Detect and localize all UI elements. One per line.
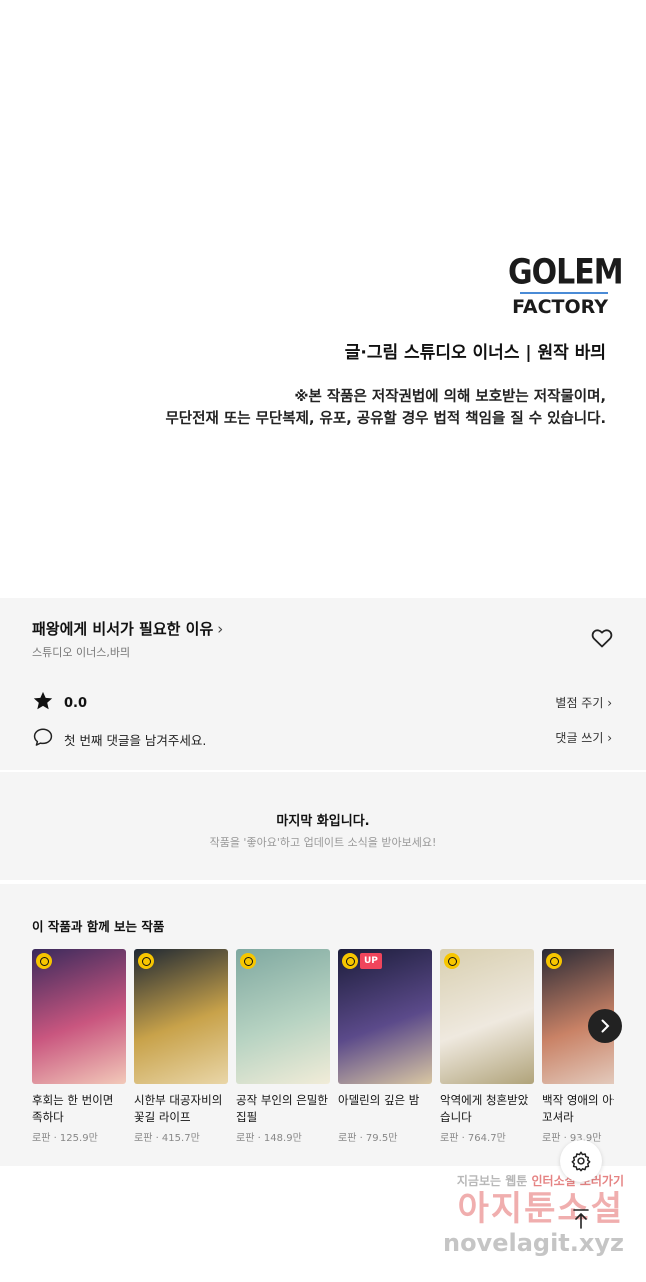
last-episode-heading: 마지막 화입니다. bbox=[276, 814, 370, 829]
recommendation-carousel: 후회는 한 번이면 족하다 로판 · 125.9만 시한부 대공자비의 꽃길 라이프… bbox=[32, 949, 614, 1159]
recommendations-heading: 이 작품과 함께 보는 작품 bbox=[32, 919, 165, 934]
comment-prompt: 첫 번째 댓글을 남겨주세요. bbox=[64, 732, 207, 748]
cover-thumbnail bbox=[134, 949, 228, 1084]
recommendation-meta: 로판 · 79.5만 bbox=[338, 1133, 398, 1144]
recommendation-card[interactable]: 공작 부인의 은밀한 집필로판 · 148.9만 bbox=[236, 949, 330, 1144]
recommendation-meta: 로판 · 148.9만 bbox=[236, 1133, 302, 1144]
wait-free-clock-icon bbox=[36, 953, 52, 969]
wait-free-clock-icon bbox=[546, 953, 562, 969]
cover-thumbnail bbox=[236, 949, 330, 1084]
logo-line1: GOLEM bbox=[508, 252, 624, 293]
recommendation-card[interactable]: 악역에게 청혼받았습니다로판 · 764.7만 bbox=[440, 949, 534, 1144]
wait-free-clock-icon bbox=[444, 953, 460, 969]
copyright-notice: ※본 작품은 저작권법에 의해 보호받는 저작물이며, 무단전재 또는 무단복제… bbox=[165, 386, 606, 430]
recommendation-title: 공작 부인의 은밀한 집필 bbox=[236, 1093, 328, 1124]
chevron-right-icon bbox=[601, 1019, 610, 1033]
arrow-up-icon bbox=[573, 1209, 589, 1229]
recommendation-card[interactable]: UP 아델린의 깊은 밤로판 · 79.5만 bbox=[338, 949, 432, 1144]
recommendation-card[interactable]: 백작 영애의 아을 꼬셔라로판 · 93.9만 bbox=[542, 949, 614, 1144]
series-title: 패왕에게 비서가 필요한 이유 bbox=[32, 620, 214, 638]
wait-free-clock-icon bbox=[138, 953, 154, 969]
last-episode-sub: 작품을 '좋아요'하고 업데이트 소식을 받아보세요! bbox=[209, 836, 437, 849]
rate-button[interactable]: 별점 주기 › bbox=[555, 694, 612, 711]
series-title-link[interactable]: 패왕에게 비서가 필요한 이유 › bbox=[32, 618, 223, 639]
cover-thumbnail: UP bbox=[338, 949, 432, 1084]
comment-bubble-icon bbox=[32, 726, 54, 752]
rating-value: 0.0 bbox=[64, 695, 88, 711]
cover-thumbnail bbox=[440, 949, 534, 1084]
wait-free-clock-icon bbox=[240, 953, 256, 969]
up-badge: UP bbox=[360, 953, 382, 969]
studio-logo: GOLEM FACTORY bbox=[508, 252, 624, 318]
gear-icon bbox=[571, 1151, 591, 1172]
notice-line2: 무단전재 또는 무단복제, 유포, 공유할 경우 법적 책임을 질 수 있습니다… bbox=[165, 411, 606, 427]
recommendation-title: 백작 영애의 아을 꼬셔라 bbox=[542, 1093, 614, 1124]
chevron-right-icon: › bbox=[217, 620, 224, 638]
series-authors: 스튜디오 이너스,바믜 bbox=[32, 646, 131, 659]
recommendation-title: 악역에게 청혼받았습니다 bbox=[440, 1093, 529, 1124]
recommendation-meta: 로판 · 125.9만 bbox=[32, 1133, 98, 1144]
like-heart-icon[interactable] bbox=[590, 626, 614, 650]
watermark-line1a: 지금보는 웹툰 bbox=[456, 1174, 532, 1188]
credit-line: 글·그림 스튜디오 이너스 | 원작 바믜 bbox=[344, 343, 606, 363]
recommendations-section: 이 작품과 함께 보는 작품 후회는 한 번이면 족하다 로판 · 125.9만 시… bbox=[0, 884, 646, 1166]
write-comment-button[interactable]: 댓글 쓰기 › bbox=[555, 729, 612, 746]
logo-line2: FACTORY bbox=[512, 296, 608, 318]
scroll-top-button[interactable] bbox=[560, 1198, 602, 1240]
star-icon bbox=[32, 690, 54, 716]
recommendation-title: 아델린의 깊은 밤 bbox=[338, 1093, 420, 1107]
last-episode-notice: 마지막 화입니다. 작품을 '좋아요'하고 업데이트 소식을 받아보세요! bbox=[0, 770, 646, 882]
series-info-panel: 패왕에게 비서가 필요한 이유 › 스튜디오 이너스,바믜 0.0 별점 주기 ›… bbox=[0, 598, 646, 770]
recommendation-title: 시한부 대공자비의 꽃길 라이프 bbox=[134, 1093, 223, 1124]
notice-line1: ※본 작품은 저작권법에 의해 보호받는 저작물이며, bbox=[294, 389, 606, 405]
recommendation-meta: 로판 · 415.7만 bbox=[134, 1133, 200, 1144]
rating-row: 0.0 bbox=[32, 690, 87, 716]
recommendation-card[interactable]: 후회는 한 번이면 족하다로판 · 125.9만 bbox=[32, 949, 126, 1144]
carousel-next-button[interactable] bbox=[588, 1009, 622, 1043]
wait-free-clock-icon bbox=[342, 953, 358, 969]
recommendation-card[interactable]: 시한부 대공자비의 꽃길 라이프로판 · 415.7만 bbox=[134, 949, 228, 1144]
settings-button[interactable] bbox=[560, 1140, 602, 1182]
credits-section: GOLEM FACTORY 글·그림 스튜디오 이너스 | 원작 바믜 ※본 작… bbox=[0, 0, 646, 598]
comment-row: 첫 번째 댓글을 남겨주세요. bbox=[32, 726, 206, 752]
recommendation-meta: 로판 · 764.7만 bbox=[440, 1133, 506, 1144]
cover-thumbnail bbox=[32, 949, 126, 1084]
recommendation-title: 후회는 한 번이면 족하다 bbox=[32, 1093, 114, 1124]
